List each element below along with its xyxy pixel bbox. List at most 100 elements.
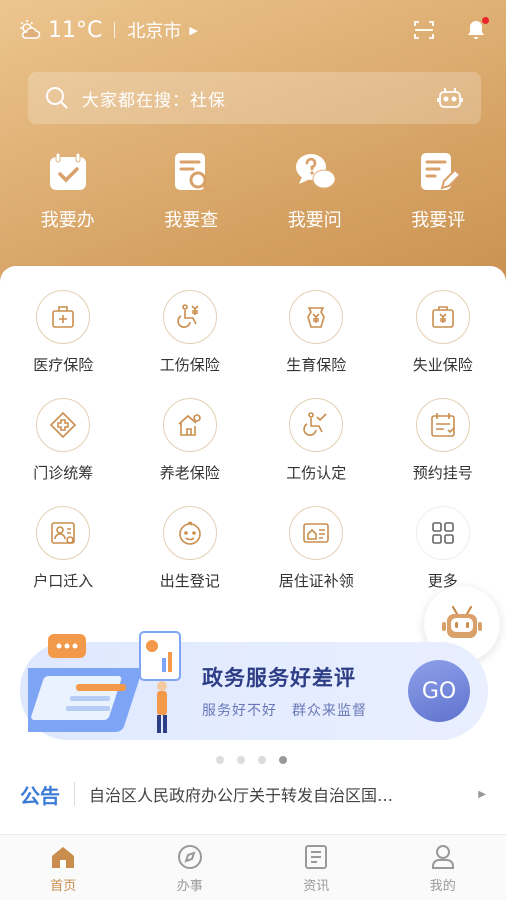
wheelchair-yen-icon [177,304,199,328]
tab-profile[interactable]: 我的 [398,835,488,900]
news-icon [305,845,328,869]
residence-card-icon [303,523,330,543]
service-label: 失业保险 [412,356,473,374]
robot-assistant-icon [442,605,482,638]
service-pension-insurance[interactable]: 养老保险 [127,398,254,492]
id-card-icon [51,522,76,544]
service-label: 预约挂号 [412,464,473,482]
service-icon-circle [415,398,470,452]
service-residence-permit[interactable]: 居住证补领 [253,506,380,600]
service-injury-insurance[interactable]: 工伤保险 [127,290,254,384]
notification-bell-icon[interactable] [464,17,489,42]
notice-arrow-icon[interactable]: ▶ [478,789,486,800]
service-icon-circle [289,506,344,560]
service-icon-circle [415,506,470,560]
carousel-dot[interactable] [216,756,224,764]
carousel-dot-active[interactable] [279,756,287,764]
briefcase-yen-icon [431,306,454,328]
service-maternity-insurance[interactable]: 生育保险 [253,290,380,384]
carousel-dot[interactable] [258,756,266,764]
tab-label: 我的 [429,879,456,894]
tab-label: 资讯 [303,879,330,894]
service-icon-circle [162,398,217,452]
action-label: 我要查 [164,210,219,231]
compass-icon [177,845,202,869]
go-button[interactable]: GO [408,660,470,722]
service-icon-circle [36,506,91,560]
notice-tag: 公告 [20,783,60,808]
action-label: 我要评 [411,210,466,231]
service-icon-circle [289,290,344,344]
action-review[interactable]: 我要评 [383,150,493,240]
medical-kit-icon [52,306,75,328]
banner-illustration [28,631,181,733]
grid-more-icon [431,522,454,544]
caret-right-icon[interactable]: ▶ [189,24,197,37]
calendar-list-icon [430,413,455,437]
city-selector[interactable]: 北京市 [127,17,181,43]
service-icon-circle [162,506,217,560]
action-label: 我要办 [40,210,95,231]
service-label: 生育保险 [286,356,347,374]
search-icon [46,87,68,109]
service-icon-circle [36,398,91,452]
tab-news[interactable]: 资讯 [271,835,361,900]
services-grid: 医疗保险 工伤保险 生育保险 失业保险 门诊统筹 养老保险 工伤认定 预约挂号 … [0,290,506,600]
search-bar[interactable]: 大家都在搜：社保 [28,72,481,124]
action-handle[interactable]: 我要办 [13,150,123,240]
service-injury-certification[interactable]: 工伤认定 [253,398,380,492]
bottle-yen-icon [307,307,326,328]
service-label: 工伤保险 [159,356,220,374]
robot-assistant-icon[interactable] [435,83,465,113]
wheelchair-check-icon [303,412,327,436]
tab-services[interactable]: 办事 [145,835,235,900]
service-outpatient[interactable]: 门诊统筹 [0,398,127,492]
service-medical-insurance[interactable]: 医疗保险 [0,290,127,384]
review-banner[interactable]: 政务服务好差评 服务好不好 群众来监督 GO [20,631,488,740]
action-ask[interactable]: 我要问 [260,150,370,240]
home-icon [52,847,75,868]
bottom-tab-bar: 首页 办事 资讯 我的 [0,834,506,900]
service-label: 养老保险 [159,464,220,482]
home-person-icon [178,414,201,436]
service-label: 门诊统筹 [33,464,94,482]
service-birth-registration[interactable]: 出生登记 [127,506,254,600]
tab-label: 办事 [176,879,203,894]
document-search-icon [175,153,210,192]
scan-icon[interactable] [412,18,436,42]
partly-cloudy-icon [20,20,41,39]
service-icon-circle [36,290,91,344]
tab-label: 首页 [50,879,77,894]
carousel-indicator [216,756,287,764]
service-icon-circle [415,290,470,344]
clinic-cross-icon [50,411,77,439]
tab-home[interactable]: 首页 [18,835,108,900]
service-label: 工伤认定 [286,464,347,482]
service-unemployment-insurance[interactable]: 失业保险 [380,290,506,384]
question-chat-icon [295,154,336,189]
document-edit-icon [421,153,461,190]
service-appointment[interactable]: 预约挂号 [380,398,506,492]
banner-subtitle: 服务好不好 群众来监督 [202,703,367,719]
divider [114,22,116,38]
baby-face-icon [178,521,201,545]
services-card: 医疗保险 工伤保险 生育保险 失业保险 门诊统筹 养老保险 工伤认定 预约挂号 … [0,266,506,834]
temperature: 11°C [48,17,103,43]
service-hukou-transfer[interactable]: 户口迁入 [0,506,127,600]
service-label: 户口迁入 [33,572,94,590]
service-label: 医疗保险 [33,356,94,374]
service-icon-circle [162,290,217,344]
action-label: 我要问 [287,210,342,231]
notice-divider [74,782,75,806]
service-more[interactable]: 更多 [380,506,506,600]
service-label: 居住证补领 [278,572,354,590]
unread-dot [482,17,489,24]
notice-text[interactable]: 自治区人民政府办公厅关于转发自治区国… [89,782,461,806]
user-icon [431,845,454,869]
notice-bar[interactable]: 公告 自治区人民政府办公厅关于转发自治区国… ▶ [0,774,506,814]
action-query[interactable]: 我要查 [136,150,246,240]
status-row: 11°C 北京市 ▶ [18,14,489,46]
service-icon-circle [289,398,344,452]
service-label: 出生登记 [159,572,220,590]
carousel-dot[interactable] [237,756,245,764]
